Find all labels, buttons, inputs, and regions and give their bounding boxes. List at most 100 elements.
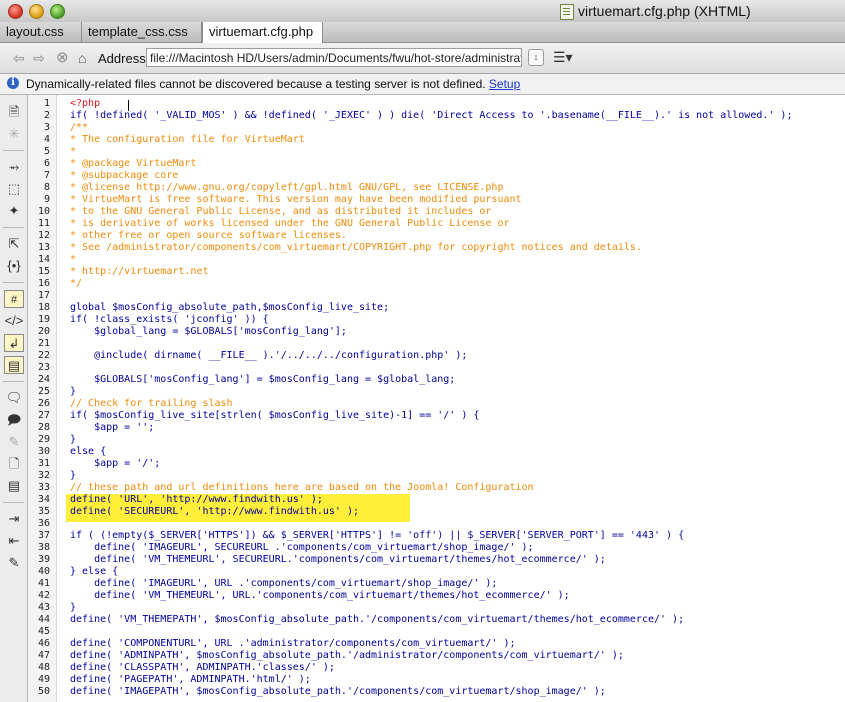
- code-line[interactable]: 7 * @subpackage core: [28, 170, 845, 182]
- remove-comment-icon[interactable]: 🗩: [4, 411, 24, 429]
- code-line[interactable]: 31 $app = '/';: [28, 458, 845, 470]
- code-line[interactable]: 4 * The configuration file for VirtueMart: [28, 134, 845, 146]
- minimize-window-button[interactable]: [29, 4, 44, 19]
- code-line[interactable]: 30 else {: [28, 446, 845, 458]
- home-icon[interactable]: ⌂: [78, 50, 86, 66]
- forward-icon[interactable]: ⇨: [33, 50, 45, 66]
- collapse-full-tag-icon[interactable]: ⥇: [4, 158, 24, 176]
- code-line[interactable]: 33 // these path and url definitions here…: [28, 482, 845, 494]
- open-documents-icon[interactable]: 🗎: [4, 103, 24, 121]
- address-history-stepper[interactable]: ↕: [528, 49, 544, 66]
- tab-template-css[interactable]: template_css.css: [82, 22, 202, 42]
- stop-icon[interactable]: ⊗: [56, 50, 69, 66]
- code-line[interactable]: 1 <?php: [28, 98, 845, 110]
- code-text: define( 'CLASSPATH', ADMINPATH.'classes/…: [70, 662, 335, 673]
- collapse-selection-icon[interactable]: ⬚: [4, 180, 24, 198]
- code-line[interactable]: 22 @include( dirname( __FILE__ ).'/../..…: [28, 350, 845, 362]
- code-line[interactable]: 20 $global_lang = $GLOBALS['mosConfig_la…: [28, 326, 845, 338]
- close-window-button[interactable]: [8, 4, 23, 19]
- info-icon: i: [7, 77, 19, 89]
- address-input[interactable]: file:///Macintosh HD/Users/admin/Documen…: [146, 48, 522, 67]
- wrap-tag-icon[interactable]: ✎: [4, 433, 24, 451]
- code-line[interactable]: 48 define( 'CLASSPATH', ADMINPATH.'classe…: [28, 662, 845, 674]
- move-css-rule-icon[interactable]: ▤: [4, 477, 24, 495]
- browser-options-icon[interactable]: ☰▾: [553, 49, 573, 65]
- code-line[interactable]: 34 define( 'URL', 'http://www.findwith.us…: [28, 494, 845, 506]
- code-text: $app = '';: [70, 422, 155, 433]
- code-line[interactable]: 2 if( !defined( '_VALID_MOS' ) && !define…: [28, 110, 845, 122]
- code-line[interactable]: 36: [28, 518, 845, 530]
- recent-snippets-icon[interactable]: 🗋: [4, 455, 24, 473]
- code-text: define( 'COMPONENTURL', URL .'administra…: [70, 638, 516, 649]
- select-parent-tag-icon[interactable]: ⇱: [4, 235, 24, 253]
- back-icon[interactable]: ⇦: [13, 50, 25, 66]
- word-wrap-icon[interactable]: ↲: [4, 334, 24, 352]
- code-line[interactable]: 38 define( 'IMAGEURL', SECUREURL .'compo…: [28, 542, 845, 554]
- code-line[interactable]: 25}: [28, 386, 845, 398]
- code-line[interactable]: 27 if( $mosConfig_live_site[strlen( $mosC…: [28, 410, 845, 422]
- code-line[interactable]: 42 define( 'VM_THEMEURL', URL.'component…: [28, 590, 845, 602]
- code-line[interactable]: 23: [28, 362, 845, 374]
- code-line[interactable]: 40} else {: [28, 566, 845, 578]
- code-line[interactable]: 49 define( 'PAGEPATH', ADMINPATH.'html/' …: [28, 674, 845, 686]
- line-number: 17: [37, 290, 50, 301]
- code-line[interactable]: 41 define( 'IMAGEURL', URL .'components/…: [28, 578, 845, 590]
- line-number: 35: [37, 506, 50, 517]
- line-number: 29: [37, 434, 50, 445]
- balance-braces-icon[interactable]: {•}: [4, 257, 24, 275]
- indent-code-icon[interactable]: ⇥: [4, 510, 24, 528]
- code-line[interactable]: 13 * See /administrator/components/com_vi…: [28, 242, 845, 254]
- code-line[interactable]: 6 * @package VirtueMart: [28, 158, 845, 170]
- code-text: if( !class_exists( 'jconfig' )) {: [70, 314, 269, 325]
- code-text: }: [70, 470, 77, 481]
- tab-virtuemart-cfg[interactable]: virtuemart.cfg.php: [202, 22, 323, 43]
- apply-comment-icon[interactable]: 🗨: [4, 389, 24, 407]
- outdent-code-icon[interactable]: ⇤: [4, 532, 24, 550]
- code-line[interactable]: 19 if( !class_exists( 'jconfig' )) {: [28, 314, 845, 326]
- tab-layout-css[interactable]: layout.css: [0, 22, 82, 42]
- code-line[interactable]: 12 * other free or open source software l…: [28, 230, 845, 242]
- line-number: 40: [37, 566, 50, 577]
- code-line[interactable]: 29}: [28, 434, 845, 446]
- code-line[interactable]: 24 $GLOBALS['mosConfig_lang'] = $mosConf…: [28, 374, 845, 386]
- format-source-code-icon[interactable]: ✎: [4, 554, 24, 572]
- setup-link[interactable]: Setup: [489, 77, 520, 91]
- code-line[interactable]: 46 define( 'COMPONENTURL', URL .'administ…: [28, 638, 845, 650]
- code-line[interactable]: 11 * is derivative of works licensed unde…: [28, 218, 845, 230]
- show-code-navigator-icon[interactable]: ✳: [4, 125, 24, 143]
- code-line[interactable]: 14 *: [28, 254, 845, 266]
- code-line[interactable]: 18 global $mosConfig_absolute_path,$mosCo…: [28, 302, 845, 314]
- code-line[interactable]: 8 * @license http://www.gnu.org/copyleft/…: [28, 182, 845, 194]
- code-line[interactable]: 32}: [28, 470, 845, 482]
- line-number: 47: [37, 650, 50, 661]
- zoom-window-button[interactable]: [50, 4, 65, 19]
- line-number: 11: [37, 218, 50, 229]
- line-numbers-icon[interactable]: #: [4, 290, 24, 308]
- code-line[interactable]: 43}: [28, 602, 845, 614]
- code-line[interactable]: 50 define( 'IMAGEPATH', $mosConfig_absolu…: [28, 686, 845, 698]
- code-line[interactable]: 3 /**: [28, 122, 845, 134]
- code-line[interactable]: 15 * http://virtuemart.net: [28, 266, 845, 278]
- code-line[interactable]: 10 * to the GNU General Public License, a…: [28, 206, 845, 218]
- code-line[interactable]: 39 define( 'VM_THEMEURL', SECUREURL.'com…: [28, 554, 845, 566]
- code-line[interactable]: 47 define( 'ADMINPATH', $mosConfig_absolu…: [28, 650, 845, 662]
- code-line[interactable]: 26 // Check for trailing slash: [28, 398, 845, 410]
- syntax-coloring-icon[interactable]: ▤: [4, 356, 24, 374]
- highlight-invalid-code-icon[interactable]: </>: [4, 312, 24, 330]
- tab-label: template_css.css: [88, 24, 188, 39]
- code-line[interactable]: 21: [28, 338, 845, 350]
- code-line[interactable]: 28 $app = '';: [28, 422, 845, 434]
- code-line[interactable]: 44 define( 'VM_THEMEPATH', $mosConfig_abs…: [28, 614, 845, 626]
- line-number: 1: [43, 98, 50, 109]
- code-line[interactable]: 45: [28, 626, 845, 638]
- code-line[interactable]: 16 */: [28, 278, 845, 290]
- code-line[interactable]: 5 *: [28, 146, 845, 158]
- code-line[interactable]: 37 if ( (!empty($_SERVER['HTTPS']) && $_S…: [28, 530, 845, 542]
- code-line[interactable]: 9 * VirtueMart is free software. This ver…: [28, 194, 845, 206]
- code-line[interactable]: 17: [28, 290, 845, 302]
- code-editor[interactable]: 1 <?php 2 if( !defined( '_VALID_MOS' ) && !…: [28, 95, 845, 702]
- code-text: // these path and url definitions here a…: [70, 482, 534, 493]
- expand-all-icon[interactable]: ✦: [4, 202, 24, 220]
- code-line[interactable]: 35 define( 'SECUREURL', 'http://www.findw…: [28, 506, 845, 518]
- code-area[interactable]: 1 <?php 2 if( !defined( '_VALID_MOS' ) && !…: [28, 98, 845, 698]
